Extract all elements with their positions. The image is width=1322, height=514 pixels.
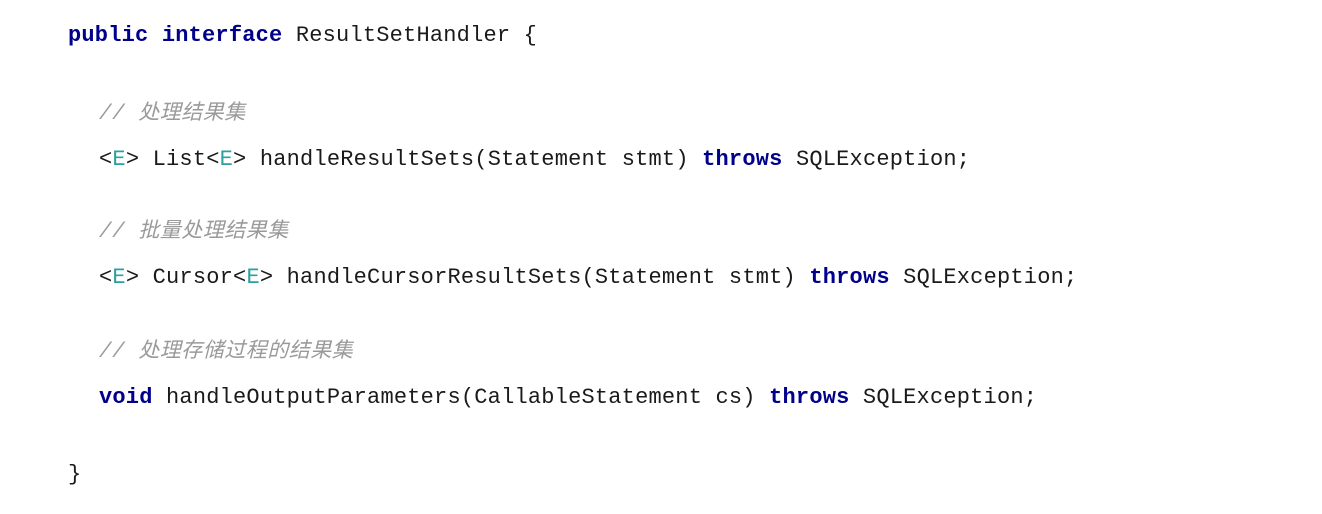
- code-token-type-parameter: E: [219, 147, 234, 172]
- code-token-text: > Cursor<: [125, 265, 247, 290]
- code-line: void handleOutputParameters(CallableStat…: [0, 368, 1037, 427]
- code-token-text: handleOutputParameters(CallableStatement…: [152, 385, 770, 410]
- code-token-text: > handleResultSets(Statement stmt): [233, 147, 703, 172]
- code-token-type-parameter: E: [246, 265, 260, 290]
- comment-slashes: //: [99, 103, 139, 126]
- code-token-text: > List<: [125, 147, 220, 172]
- code-token-text: <: [99, 265, 113, 290]
- comment-slashes: //: [99, 341, 139, 364]
- code-token-comment: // 处理存储过程的结果集: [99, 339, 354, 364]
- code-token-type-parameter: E: [112, 265, 126, 290]
- code-token-comment: // 处理结果集: [99, 101, 246, 126]
- code-token-text: <: [99, 147, 113, 172]
- code-token-keyword: throws: [809, 265, 890, 290]
- comment-text: 批量处理结果集: [138, 219, 289, 242]
- code-line: <E> List<E> handleResultSets(Statement s…: [0, 130, 970, 189]
- code-block: public interface ResultSetHandler { // 处理…: [0, 0, 1322, 514]
- code-token-keyword: throws: [769, 385, 850, 410]
- code-token-text: SQLException;: [782, 147, 971, 172]
- code-token-type-parameter: E: [112, 147, 126, 172]
- code-line: <E> Cursor<E> handleCursorResultSets(Sta…: [0, 248, 1077, 307]
- code-token-text: > handleCursorResultSets(Statement stmt): [259, 265, 810, 290]
- code-line: public interface ResultSetHandler {: [0, 6, 537, 65]
- code-token-comment: // 批量处理结果集: [99, 219, 289, 244]
- comment-text: 处理存储过程的结果集: [138, 339, 354, 362]
- code-token-text: SQLException;: [889, 265, 1078, 290]
- comment-slashes: //: [99, 221, 139, 244]
- code-token-text: }: [68, 462, 82, 487]
- code-token-keyword: public interface: [68, 23, 283, 48]
- comment-text: 处理结果集: [138, 101, 246, 124]
- code-line: }: [0, 445, 81, 504]
- code-token-keyword: void: [99, 385, 153, 410]
- code-token-text: ResultSetHandler {: [282, 23, 538, 48]
- code-token-keyword: throws: [702, 147, 783, 172]
- code-token-text: SQLException;: [849, 385, 1038, 410]
